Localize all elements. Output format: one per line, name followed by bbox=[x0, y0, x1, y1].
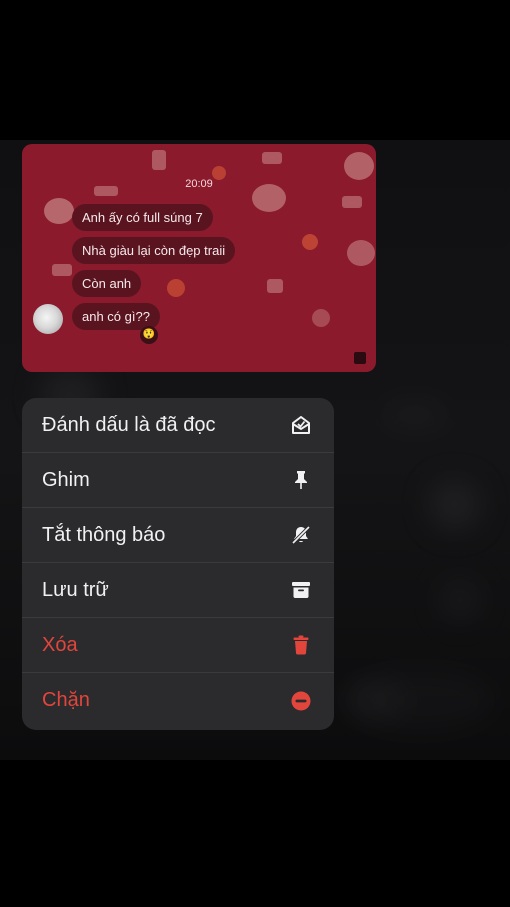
reaction-icon: 😲 bbox=[140, 326, 158, 344]
menu-item-archive[interactable]: Lưu trữ bbox=[22, 563, 334, 618]
message-bubble: Nhà giàu lại còn đẹp traii bbox=[72, 237, 236, 264]
gift-icon bbox=[354, 352, 366, 364]
menu-item-mark-read[interactable]: Đánh dấu là đã đọc bbox=[22, 398, 334, 453]
top-dark-area bbox=[0, 0, 510, 140]
chat-preview[interactable]: 20:09 Anh ấy có full súng 7 Nhà giàu lại… bbox=[22, 144, 376, 372]
menu-item-label: Lưu trữ bbox=[42, 578, 109, 601]
pin-icon bbox=[290, 469, 312, 491]
context-menu: Đánh dấu là đã đọc Ghim Tắt thông báo Lư… bbox=[22, 398, 334, 730]
message-bubble: Còn anh bbox=[72, 270, 142, 297]
message-bubble: Anh ấy có full súng 7 bbox=[72, 204, 213, 231]
trash-icon bbox=[290, 634, 312, 656]
menu-item-delete[interactable]: Xóa bbox=[22, 618, 334, 673]
message-timestamp: 20:09 bbox=[185, 178, 213, 190]
avatar bbox=[33, 304, 63, 334]
mark-read-envelope-icon bbox=[290, 414, 312, 436]
menu-item-label: Xóa bbox=[42, 633, 78, 656]
menu-item-label: Chặn bbox=[42, 689, 90, 711]
menu-item-label: Ghim bbox=[42, 468, 90, 491]
archive-icon bbox=[290, 579, 312, 601]
menu-item-mute[interactable]: Tắt thông báo bbox=[22, 508, 334, 563]
menu-item-pin[interactable]: Ghim bbox=[22, 453, 334, 508]
bottom-dark-area bbox=[0, 760, 510, 907]
menu-item-label: Đánh dấu là đã đọc bbox=[42, 413, 216, 436]
menu-item-label: Tắt thông báo bbox=[42, 523, 166, 546]
block-icon bbox=[290, 690, 312, 712]
menu-item-block[interactable]: Chặn bbox=[22, 673, 334, 728]
bell-off-icon bbox=[290, 524, 312, 546]
screen: 20:09 Anh ấy có full súng 7 Nhà giàu lại… bbox=[0, 0, 510, 907]
